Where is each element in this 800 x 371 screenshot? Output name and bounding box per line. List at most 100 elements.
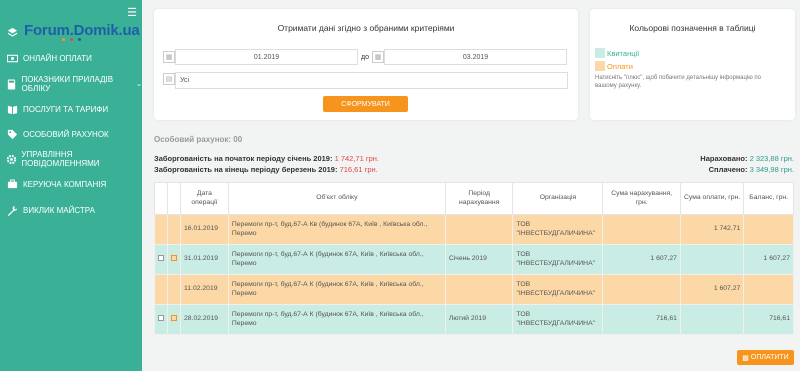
type-select[interactable]: Усі <box>175 72 568 89</box>
row-payment: 1 607,27 <box>679 274 745 305</box>
calendar-icon[interactable]: ▦ <box>163 51 175 63</box>
row-period <box>444 214 514 245</box>
paid-label: Сплачено: <box>708 165 748 174</box>
sidebar-item-account[interactable]: Особовий рахунок <box>0 122 142 146</box>
pay-button[interactable]: ▩ Оплатити <box>737 350 794 365</box>
row-period <box>444 274 514 305</box>
generate-button[interactable]: Сформувати <box>323 96 408 112</box>
row-expand[interactable] <box>167 304 181 335</box>
row-object: Перемоги пр-т, буд.67-А К (будинок 67А, … <box>227 274 446 305</box>
debt-end: Заборгованість на кінець періоду березен… <box>154 165 378 174</box>
row-period: Лютий 2019 <box>444 304 514 335</box>
row-org: ТОВ "ІНВЕСТБУДГАЛИЧИНА" <box>512 244 604 275</box>
paid-total: Сплачено: 3 349,98 грн. <box>709 165 794 174</box>
expand-plus-icon[interactable] <box>171 314 177 321</box>
legend-card: Кольорові позначення в таблиці Квитанції… <box>590 9 795 120</box>
row-object: Перемоги пр-т, буд.67-А К (будинок 67А, … <box>227 244 446 275</box>
header-org: Організація <box>512 182 604 215</box>
date-from-input[interactable]: 01.2019 <box>175 49 358 65</box>
chevron-down-icon: ⌄ <box>136 81 142 88</box>
row-charge: 716,61 <box>602 304 681 335</box>
operations-table: Дата операції Об'єкт обліку Період нарах… <box>154 182 794 335</box>
header-check <box>154 182 168 215</box>
row-charge <box>602 274 681 305</box>
sidebar-item-company[interactable]: Керуюча компанія <box>0 172 142 196</box>
table-header-row: Дата операції Об'єкт обліку Період нарах… <box>154 182 794 215</box>
sidebar-item-services[interactable]: Послуги та тарифи <box>0 97 142 121</box>
account-label: Особовий рахунок: 00 <box>154 135 243 144</box>
row-object: Перемоги пр-т, буд.67-А Кв (будинок 67А,… <box>227 214 446 245</box>
expand-plus-icon[interactable] <box>171 254 177 261</box>
calculator-icon <box>2 78 21 90</box>
row-balance <box>743 214 794 245</box>
row-org: ТОВ "ІНВЕСТБУДГАЛИЧИНА" <box>512 214 604 245</box>
header-date: Дата операції <box>180 182 229 215</box>
debt-end-label: Заборгованість на кінець періоду березен… <box>154 165 338 174</box>
table-row[interactable]: 11.02.2019 Перемоги пр-т, буд.67-А К (бу… <box>154 274 794 305</box>
building-icon <box>2 178 22 190</box>
row-balance: 716,61 <box>743 304 794 335</box>
money-icon <box>2 53 22 64</box>
row-date: 16.01.2019 <box>180 214 229 245</box>
table-row[interactable]: 28.02.2019 Перемоги пр-т, буд.67-А К (бу… <box>154 304 794 335</box>
filter-card: Отримати дані згідно з обраними критерія… <box>154 9 578 120</box>
row-payment <box>679 244 745 275</box>
sidebar-item-label: Онлайн оплати <box>23 53 92 63</box>
sidebar-item-label: Виклик майстра <box>23 205 95 215</box>
sidebar-item-master-call[interactable]: Виклик майстра <box>0 198 142 222</box>
date-range: ▦ 01.2019 до ▦ 03.2019 <box>163 49 567 65</box>
sidebar-item-label: Послуги та тарифи <box>23 104 109 114</box>
row-period: Січень 2019 <box>444 244 514 275</box>
pay-button-label: Оплатити <box>750 354 789 361</box>
tag-icon <box>2 129 22 140</box>
row-charge: 1 607,27 <box>602 244 681 275</box>
header-object: Об'єкт обліку <box>227 182 446 215</box>
header-check2 <box>167 182 181 215</box>
charged-label: Нараховано: <box>700 154 748 163</box>
row-checkbox[interactable] <box>154 304 168 335</box>
header-period: Період нарахування <box>444 182 514 215</box>
menu-toggle-icon[interactable]: ☰ <box>127 6 137 19</box>
charged-value: 2 323,88 грн. <box>749 154 794 163</box>
row-checkbox[interactable] <box>154 244 168 275</box>
calendar-icon[interactable]: ▦ <box>372 51 384 63</box>
sidebar-item-home[interactable] <box>0 20 142 44</box>
header-charge: Сума нарахування, грн. <box>602 182 681 215</box>
debt-start: Заборгованість на початок періоду січень… <box>154 154 379 163</box>
row-object: Перемоги пр-т, буд.67-А К (будинок 67А, … <box>227 304 446 335</box>
filter-title: Отримати дані згідно з обраними критерія… <box>277 23 455 33</box>
receipts-swatch <box>595 48 605 58</box>
sidebar-item-notifications[interactable]: Управління повідомленнями <box>0 147 142 171</box>
debt-end-value: 716,61 грн. <box>339 165 378 174</box>
checkbox[interactable] <box>158 314 164 321</box>
row-check2 <box>167 274 181 305</box>
row-check <box>154 214 168 245</box>
row-payment: 1 742,71 <box>679 214 745 245</box>
row-check <box>154 274 168 305</box>
sidebar-item-label: Керуюча компанія <box>23 179 107 189</box>
checkbox[interactable] <box>158 254 164 261</box>
sidebar-item-meters[interactable]: Показники приладів обліку ⌄ <box>0 72 142 96</box>
layers-icon <box>2 27 22 38</box>
sidebar-item-label: Особовий рахунок <box>23 129 109 139</box>
sidebar-item-label: Показники приладів обліку <box>21 75 114 93</box>
row-balance: 1 607,27 <box>743 244 794 275</box>
legend-hint: Натисніть "плюс", щоб побачити детальніш… <box>595 75 761 90</box>
row-date: 28.02.2019 <box>180 304 229 335</box>
row-org: ТОВ "ІНВЕСТБУДГАЛИЧИНА" <box>512 304 604 335</box>
sidebar-item-online-payments[interactable]: Онлайн оплати <box>0 46 142 70</box>
row-check2 <box>167 214 181 245</box>
table-row[interactable]: 16.01.2019 Перемоги пр-т, буд.67-А Кв (б… <box>154 214 794 245</box>
wallet-icon: ▩ <box>742 354 749 362</box>
row-balance <box>743 274 794 305</box>
row-charge <box>602 214 681 245</box>
row-expand[interactable] <box>167 244 181 275</box>
row-date: 11.02.2019 <box>180 274 229 305</box>
payments-swatch <box>595 61 605 71</box>
row-payment <box>679 304 745 335</box>
date-to-input[interactable]: 03.2019 <box>384 49 567 65</box>
header-balance: Баланс, грн. <box>743 182 794 215</box>
legend-receipts-label: Квитанції <box>607 48 640 58</box>
header-payment: Сума оплати, грн. <box>679 182 745 215</box>
table-row[interactable]: 31.01.2019 Перемоги пр-т, буд.67-А К (бу… <box>154 244 794 275</box>
